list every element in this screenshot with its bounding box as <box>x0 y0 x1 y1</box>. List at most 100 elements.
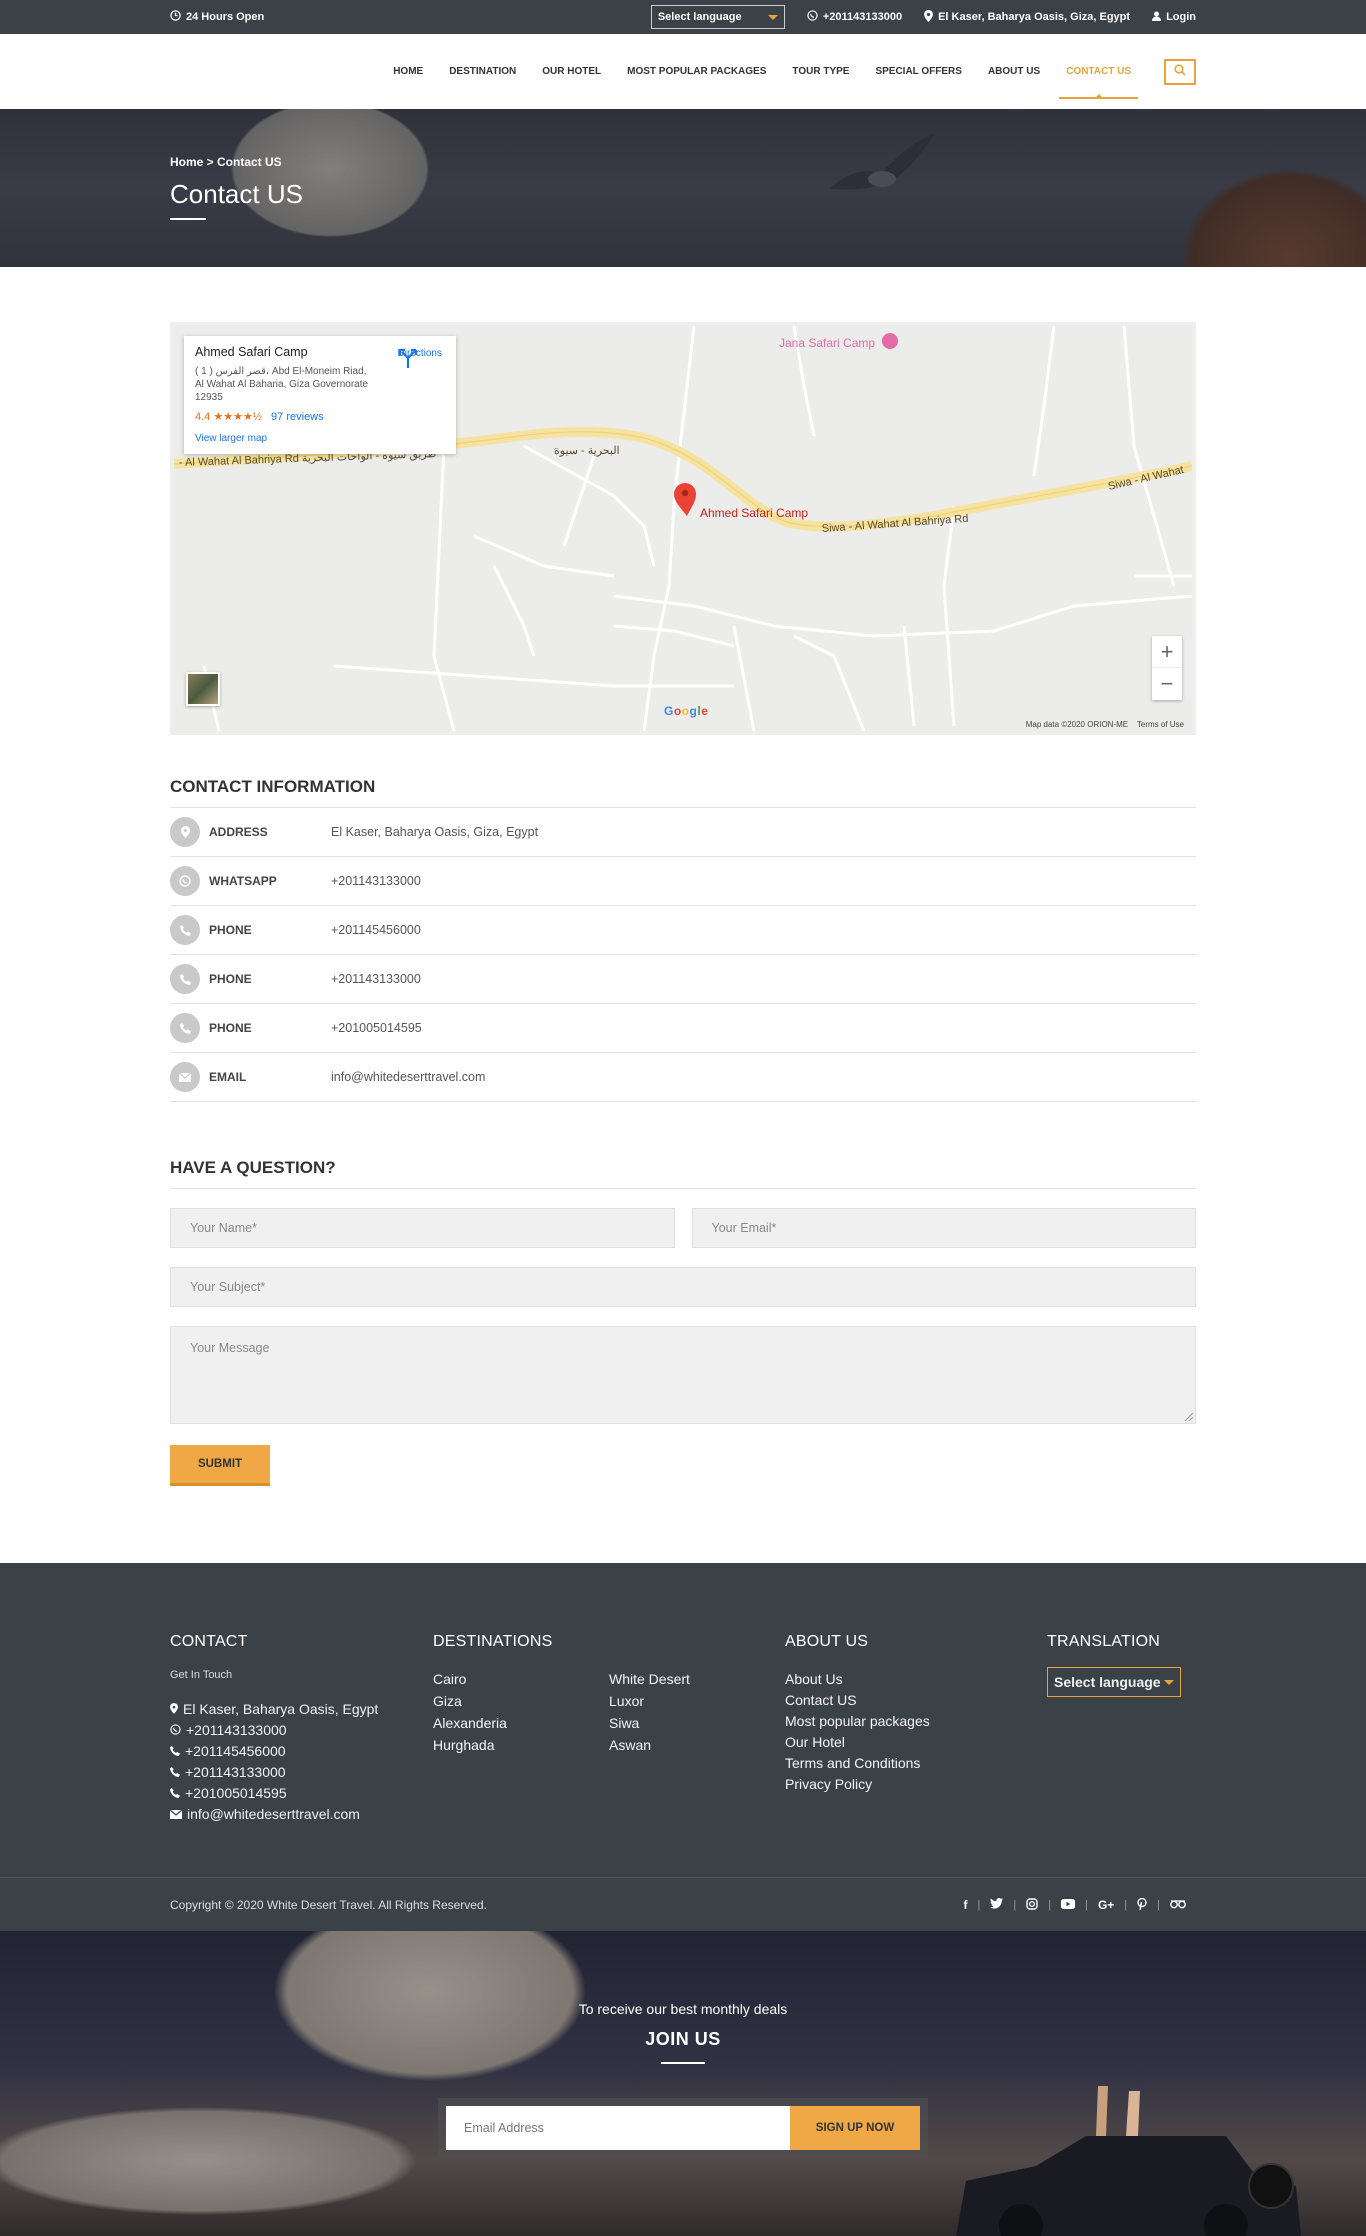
destination-link[interactable]: Luxor <box>609 1691 729 1712</box>
contact-value[interactable]: info@whitedeserttravel.com <box>331 1070 485 1084</box>
about-link[interactable]: About Us <box>785 1669 1047 1690</box>
footer-destinations: DESTINATIONS Cairo White Desert Giza Lux… <box>433 1633 785 1825</box>
footer-email[interactable]: info@whitedeserttravel.com <box>169 1804 433 1825</box>
nav-our-hotel[interactable]: OUR HOTEL <box>529 34 614 109</box>
instagram-icon[interactable] <box>1016 1897 1048 1913</box>
google-map[interactable]: - Al Wahat Al Bahriya Rd طريق سيوة - الو… <box>170 322 1196 735</box>
google-plus-icon[interactable]: G+ <box>1088 1898 1124 1912</box>
resize-handle-icon[interactable] <box>1184 1412 1193 1421</box>
map-footer: Map data ©2020 ORION-ME Terms of Use <box>1026 720 1184 729</box>
map-pin-icon <box>170 1699 178 1720</box>
directions-button[interactable]: Directions <box>398 348 442 368</box>
contact-row: PHONE +201005014595 <box>170 1004 1196 1053</box>
nav-home[interactable]: HOME <box>380 34 436 109</box>
contact-information: CONTACT INFORMATION ADDRESS El Kaser, Ba… <box>170 777 1196 1102</box>
footer-phone[interactable]: +201143133000 <box>170 1762 433 1783</box>
submit-button[interactable]: SUBMIT <box>170 1445 270 1486</box>
destination-link[interactable]: Giza <box>433 1691 609 1712</box>
zoom-in-button[interactable]: + <box>1152 636 1182 668</box>
contact-info-title: CONTACT INFORMATION <box>170 777 1196 808</box>
destination-link[interactable]: Siwa <box>609 1713 729 1734</box>
footer-phone-text: +201005014595 <box>185 1785 287 1801</box>
about-link[interactable]: Contact US <box>785 1690 1047 1711</box>
chevron-down-icon <box>1164 1679 1174 1685</box>
nav-most-popular-packages[interactable]: MOST POPULAR PACKAGES <box>614 34 779 109</box>
language-select[interactable]: Select language <box>650 5 785 29</box>
hours-text: 24 Hours Open <box>186 11 265 23</box>
nav-destination[interactable]: DESTINATION <box>436 34 529 109</box>
footer-contact-subtitle: Get In Touch <box>170 1669 233 1681</box>
pinterest-icon[interactable] <box>1127 1897 1157 1913</box>
map-data-text: Map data ©2020 ORION-ME <box>1025 720 1129 729</box>
about-link[interactable]: Our Hotel <box>785 1732 1047 1753</box>
destination-link[interactable]: Cairo <box>433 1669 609 1690</box>
footer-language-select[interactable]: Select language <box>1047 1667 1181 1697</box>
newsletter-section: To receive our best monthly deals JOIN U… <box>0 1931 1366 2236</box>
form-title: HAVE A QUESTION? <box>170 1158 1196 1189</box>
tripadvisor-icon[interactable] <box>1160 1898 1196 1912</box>
phone-icon <box>170 964 200 994</box>
view-larger-map-link[interactable]: View larger map <box>195 433 445 444</box>
contact-value[interactable]: +201143133000 <box>331 874 421 888</box>
contact-value[interactable]: +201145456000 <box>331 923 421 937</box>
rating-value: 4.4 <box>195 411 211 423</box>
nav-about-us[interactable]: ABOUT US <box>975 34 1053 109</box>
zoom-out-button[interactable]: − <box>1152 668 1182 700</box>
satellite-toggle[interactable] <box>186 672 220 706</box>
newsletter-divider <box>661 2062 705 2064</box>
rating-stars: ★★★★½ <box>213 411 262 423</box>
contact-value[interactable]: +201005014595 <box>331 1021 422 1035</box>
nav-contact-us[interactable]: CONTACT US <box>1053 34 1144 109</box>
destination-link[interactable]: Alexanderia <box>433 1713 609 1734</box>
phone-icon <box>170 1013 200 1043</box>
message-placeholder: Your Message <box>190 1341 270 1355</box>
contact-value[interactable]: +201143133000 <box>331 972 421 986</box>
search-button[interactable] <box>1164 58 1196 85</box>
footer-language-value: Select language <box>1054 1674 1161 1690</box>
sign-up-button[interactable]: SIGN UP NOW <box>790 2106 920 2150</box>
name-input[interactable]: Your Name* <box>170 1208 675 1248</box>
main-navbar: HOME DESTINATION OUR HOTEL MOST POPULAR … <box>0 34 1366 109</box>
newsletter-title: JOIN US <box>645 2029 721 2049</box>
reviews-link[interactable]: 97 reviews <box>271 411 324 423</box>
page-banner: Home > Contact US Contact US <box>0 109 1366 267</box>
google-logo: Google <box>664 704 709 718</box>
page-title: Contact US <box>170 179 303 209</box>
footer-destinations-title: DESTINATIONS <box>433 1633 553 1650</box>
topbar-phone[interactable]: +201143133000 <box>807 10 902 24</box>
map-info-card: Ahmed Safari Camp ( 1 ) قصر الفرس، Abd E… <box>184 336 456 454</box>
newsletter-email-input[interactable]: Email Address <box>446 2106 790 2150</box>
message-textarea[interactable]: Your Message <box>170 1326 1196 1424</box>
destination-link[interactable]: White Desert <box>609 1669 729 1690</box>
nav-tour-type[interactable]: TOUR TYPE <box>779 34 862 109</box>
twitter-icon[interactable] <box>980 1898 1013 1912</box>
footer-whatsapp[interactable]: +201143133000 <box>170 1720 433 1741</box>
copyright-bar: Copyright © 2020 White Desert Travel. Al… <box>0 1877 1366 1931</box>
footer: CONTACT Get In Touch El Kaser, Baharya O… <box>0 1563 1366 1880</box>
user-icon <box>1152 11 1162 24</box>
facebook-icon[interactable]: f <box>954 1898 978 1912</box>
footer-phone[interactable]: +201145456000 <box>170 1741 433 1762</box>
email-input[interactable]: Your Email* <box>691 1208 1196 1248</box>
destination-link[interactable]: Hurghada <box>433 1735 609 1756</box>
about-link[interactable]: Terms and Conditions <box>785 1753 1047 1774</box>
language-select-value: Select language <box>657 11 742 23</box>
about-link[interactable]: Most popular packages <box>785 1711 1047 1732</box>
youtube-icon[interactable] <box>1051 1898 1085 1912</box>
contact-label: WHATSAPP <box>209 874 277 888</box>
nav-special-offers[interactable]: SPECIAL OFFERS <box>862 34 975 109</box>
footer-phone[interactable]: +201005014595 <box>170 1783 433 1804</box>
about-link[interactable]: Privacy Policy <box>785 1774 1047 1795</box>
destination-link[interactable]: Aswan <box>609 1735 729 1756</box>
footer-about: ABOUT US About Us Contact US Most popula… <box>785 1633 1047 1825</box>
contact-label: PHONE <box>209 1021 252 1035</box>
login-link[interactable]: Login <box>1152 11 1196 24</box>
main-nav: HOME DESTINATION OUR HOTEL MOST POPULAR … <box>380 34 1144 109</box>
map-pin-icon <box>674 483 696 516</box>
whatsapp-icon <box>170 1720 181 1741</box>
subject-input[interactable]: Your Subject* <box>170 1267 1196 1307</box>
footer-about-title: ABOUT US <box>785 1633 869 1650</box>
map-terms-link[interactable]: Terms of Use <box>1137 720 1184 729</box>
newsletter-form: Email Address SIGN UP NOW <box>438 2098 928 2158</box>
footer-email-text: info@whitedeserttravel.com <box>187 1806 360 1822</box>
